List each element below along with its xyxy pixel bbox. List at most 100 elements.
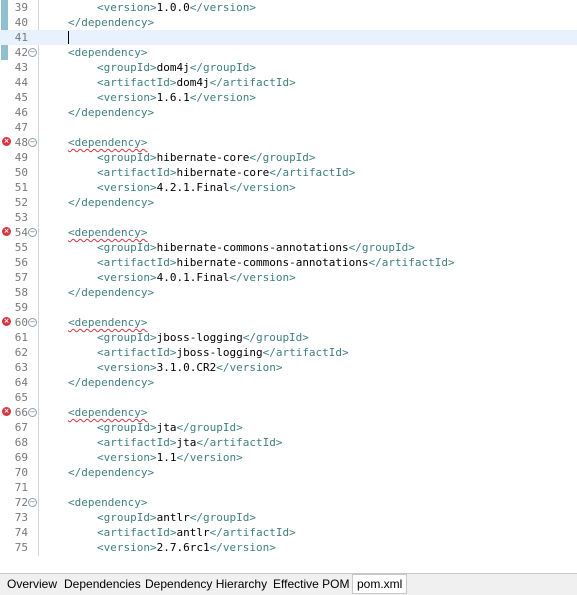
xml-value: hibernate-commons-annotations <box>156 241 349 254</box>
code-line[interactable]: 39 <version>1.0.0</version> <box>0 0 577 15</box>
tab-dependency-hierarchy[interactable]: Dependency Hierarchy <box>141 575 273 593</box>
code-text: <dependency> <box>68 405 147 420</box>
fold-toggle-icon[interactable]: − <box>28 138 37 147</box>
xml-tag: </version> <box>216 361 283 374</box>
code-line[interactable]: 52 </dependency> <box>0 195 577 210</box>
xml-tag: <version> <box>97 91 157 104</box>
code-line[interactable]: 68 <artifactId>jta</artifactId> <box>0 435 577 450</box>
xml-tag: <artifactId> <box>97 526 177 539</box>
xml-tag: </version> <box>189 1 256 14</box>
code-line[interactable]: 73 <groupId>antlr</groupId> <box>0 510 577 525</box>
line-number: 58 <box>14 286 28 299</box>
code-line[interactable]: 57 <version>4.0.1.Final</version> <box>0 270 577 285</box>
xml-tag: <artifactId> <box>97 436 177 449</box>
xml-value: hibernate-commons-annotations <box>176 256 369 269</box>
code-text: <version>4.2.1.Final</version> <box>97 180 296 195</box>
line-number: 55 <box>14 241 28 254</box>
xml-tag: <dependency> <box>68 136 148 149</box>
code-line[interactable]: 64 </dependency> <box>0 375 577 390</box>
xml-tag: </artifactId> <box>209 76 296 89</box>
tab-effective-pom[interactable]: Effective POM <box>269 575 355 593</box>
code-text: <artifactId>jboss-logging</artifactId> <box>97 345 349 360</box>
code-line[interactable]: 40 </dependency> <box>0 15 577 30</box>
xml-tag: </artifactId> <box>196 436 283 449</box>
code-text: <dependency> <box>68 135 147 150</box>
xml-value: 2.7.6rc1 <box>156 541 210 554</box>
xml-tag: <groupId> <box>97 421 157 434</box>
code-text: <groupId>jboss-logging</groupId> <box>97 330 309 345</box>
code-line[interactable]: 59 <box>0 300 577 315</box>
code-line[interactable]: 55 <groupId>hibernate-commons-annotations… <box>0 240 577 255</box>
xml-tag: <groupId> <box>97 151 157 164</box>
fold-toggle-icon[interactable]: − <box>28 228 37 237</box>
fold-toggle-icon[interactable]: − <box>28 498 37 507</box>
fold-toggle-icon[interactable]: − <box>28 408 37 417</box>
code-line[interactable]: 58 </dependency> <box>0 285 577 300</box>
line-number: 51 <box>14 181 28 194</box>
tab-pom-xml[interactable]: pom.xml <box>352 574 408 594</box>
code-line[interactable]: 63 <version>3.1.0.CR2</version> <box>0 360 577 375</box>
code-text: <dependency> <box>68 45 147 60</box>
editor-tab-bar: Overview Dependencies Dependency Hierarchy… <box>0 573 577 595</box>
line-number: 57 <box>14 271 28 284</box>
line-number: 61 <box>14 331 28 344</box>
code-line[interactable]: 47 <box>0 120 577 135</box>
code-line[interactable]: 61 <groupId>jboss-logging</groupId> <box>0 330 577 345</box>
line-number: 49 <box>14 151 28 164</box>
code-text: <version>1.1</version> <box>97 450 243 465</box>
xml-tag: <dependency> <box>68 316 148 329</box>
code-line[interactable]: 49 <groupId>hibernate-core</groupId> <box>0 150 577 165</box>
xml-editor[interactable]: 39 <version>1.0.0</version> 40 </dependency… <box>0 0 577 556</box>
code-line[interactable]: × 54− <dependency> <box>0 225 577 240</box>
xml-value: 4.0.1.Final <box>156 271 230 284</box>
xml-value: dom4j <box>176 76 210 89</box>
code-line[interactable]: 43 <groupId>dom4j</groupId> <box>0 60 577 75</box>
code-line[interactable]: × 48− <dependency> <box>0 135 577 150</box>
fold-toggle-icon[interactable]: − <box>28 48 37 57</box>
xml-value: hibernate-core <box>156 151 250 164</box>
code-line[interactable]: × 66− <dependency> <box>0 405 577 420</box>
xml-tag: </groupId> <box>189 511 256 524</box>
code-line[interactable]: 72− <dependency> <box>0 495 577 510</box>
xml-value: jta <box>176 436 197 449</box>
code-line[interactable]: 62 <artifactId>jboss-logging</artifactId> <box>0 345 577 360</box>
code-line[interactable]: 74 <artifactId>antlr</artifactId> <box>0 525 577 540</box>
code-line[interactable]: 75 <version>2.7.6rc1</version> <box>0 540 577 555</box>
xml-value: hibernate-core <box>176 166 270 179</box>
code-line[interactable]: × 60− <dependency> <box>0 315 577 330</box>
xml-tag: <artifactId> <box>97 166 177 179</box>
xml-value: 1.6.1 <box>156 91 190 104</box>
code-line[interactable]: 56 <artifactId>hibernate-commons-annotati… <box>0 255 577 270</box>
code-line[interactable]: 46 </dependency> <box>0 105 577 120</box>
code-line[interactable]: 71 <box>0 480 577 495</box>
xml-tag: <version> <box>97 271 157 284</box>
code-line[interactable]: 45 <version>1.6.1</version> <box>0 90 577 105</box>
xml-tag: <groupId> <box>97 511 157 524</box>
code-line[interactable]: 65 <box>0 390 577 405</box>
code-line[interactable]: 70 </dependency> <box>0 465 577 480</box>
xml-tag: <version> <box>97 541 157 554</box>
code-line[interactable]: 69 <version>1.1</version> <box>0 450 577 465</box>
xml-tag: </dependency> <box>68 106 155 119</box>
code-line[interactable]: 50 <artifactId>hibernate-core</artifactId… <box>0 165 577 180</box>
code-text: <artifactId>hibernate-commons-annotation… <box>97 255 455 270</box>
line-number: 75 <box>14 541 28 554</box>
code-line[interactable]: 67 <groupId>jta</groupId> <box>0 420 577 435</box>
xml-tag: </dependency> <box>68 376 155 389</box>
fold-toggle-icon[interactable]: − <box>28 318 37 327</box>
code-line[interactable]: 42− <dependency> <box>0 45 577 60</box>
code-text: <version>2.7.6rc1</version> <box>97 540 276 555</box>
code-text: <version>1.6.1</version> <box>97 90 256 105</box>
line-number: 39 <box>14 1 28 14</box>
code-text: <artifactId>dom4j</artifactId> <box>97 75 296 90</box>
code-line[interactable]: 41 <box>0 30 577 45</box>
code-line[interactable]: 44 <artifactId>dom4j</artifactId> <box>0 75 577 90</box>
xml-tag: <artifactId> <box>97 256 177 269</box>
code-text: </dependency> <box>68 465 154 480</box>
line-number: 66 <box>14 406 28 419</box>
code-line[interactable]: 53 <box>0 210 577 225</box>
tab-overview[interactable]: Overview <box>3 575 63 593</box>
code-line[interactable]: 51 <version>4.2.1.Final</version> <box>0 180 577 195</box>
line-number: 64 <box>14 376 28 389</box>
tab-dependencies[interactable]: Dependencies <box>60 575 146 593</box>
